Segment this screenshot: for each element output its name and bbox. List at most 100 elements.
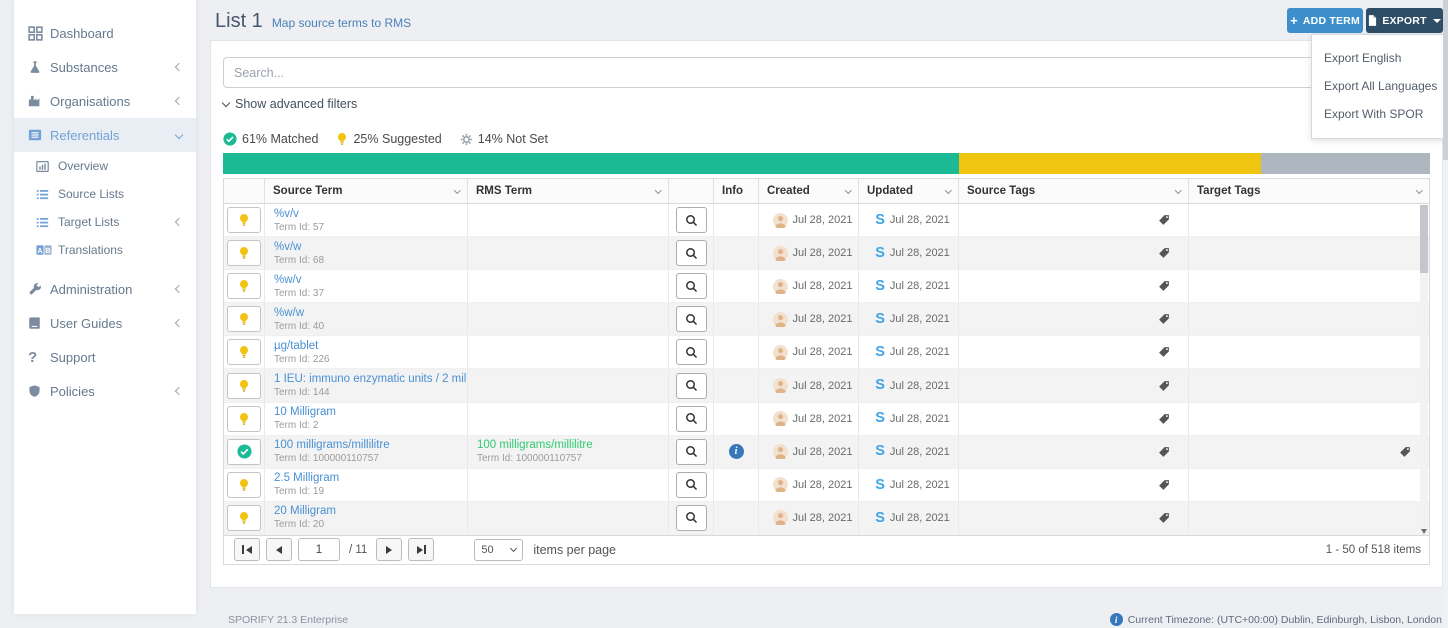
menu-item-export-with-spor[interactable]: Export With SPOR [1312,100,1443,128]
table-scrollbar[interactable] [1420,205,1428,534]
magnifier-icon [685,511,698,524]
chevron-left-icon [175,387,183,395]
updated-cell: SJul 28, 2021 [859,436,959,468]
source-term-link[interactable]: %v/v [274,208,458,220]
info-icon[interactable]: i [729,444,744,459]
tag-icon[interactable] [1399,446,1411,458]
previous-page-button[interactable] [266,538,292,561]
lightbulb-icon [336,132,348,146]
source-term-link[interactable]: %v/w [274,241,458,253]
sidebar-item-organisations[interactable]: Organisations [14,84,196,118]
magnifier-button[interactable] [676,373,707,399]
add-term-button[interactable]: + ADD TERM [1287,8,1363,33]
column-header-updated[interactable]: Updated [859,179,959,203]
status-suggested-button[interactable] [227,306,261,332]
magnifier-button[interactable] [676,273,707,299]
export-button[interactable]: EXPORT [1366,8,1443,33]
source-term-link[interactable]: µg/tablet [274,340,458,352]
column-header-source-tags[interactable]: Source Tags [959,179,1189,203]
column-header-rms-term[interactable]: RMS Term [468,179,669,203]
browser-scrollbar[interactable] [1443,0,1448,628]
source-term-link[interactable]: 2.5 Milligram [274,472,458,484]
magnifier-button[interactable] [676,439,707,465]
export-label: EXPORT [1382,15,1426,27]
source-term-link[interactable]: %w/v [274,274,458,286]
source-term-link[interactable]: 20 Milligram [274,505,458,517]
magnifier-button[interactable] [676,406,707,432]
plus-icon: + [1290,13,1298,28]
status-suggested-button[interactable] [227,373,261,399]
avatar [773,444,788,459]
info-cell [714,403,759,435]
sporify-logo-icon: S [875,378,885,393]
status-suggested-button[interactable] [227,505,261,531]
status-suggested-button[interactable] [227,472,261,498]
tag-icon[interactable] [1158,214,1170,226]
source-term-cell: 1 IEU: immuno enzymatic units / 2 millil… [265,369,468,401]
source-tags-cell [959,270,1189,302]
magnifier-button[interactable] [676,339,707,365]
scrollbar-down-arrow[interactable] [1421,529,1427,534]
tag-icon[interactable] [1158,313,1170,325]
page-size-select[interactable]: 50 [474,539,523,561]
sporify-logo-icon: S [875,411,885,426]
source-term-link[interactable]: 100 milligrams/millilitre [274,439,458,451]
magnifier-button[interactable] [676,306,707,332]
magnifier-button[interactable] [676,240,707,266]
scrollbar-thumb[interactable] [1420,205,1428,273]
source-term-id: Term Id: 57 [274,222,458,233]
sidebar-item-user-guides[interactable]: User Guides [14,306,196,340]
sidebar-item-label: Overview [58,159,182,173]
first-page-button[interactable] [234,538,260,561]
tag-icon[interactable] [1158,413,1170,425]
sidebar-item-translations[interactable]: AB Translations [14,236,196,264]
tag-icon[interactable] [1158,479,1170,491]
menu-item-export-all-languages[interactable]: Export All Languages [1312,72,1443,100]
tag-icon[interactable] [1158,446,1170,458]
source-term-link[interactable]: 1 IEU: immuno enzymatic units / 2 millil… [274,373,458,385]
tag-icon[interactable] [1158,247,1170,259]
page-number-input[interactable] [298,538,340,561]
sidebar-item-source-lists[interactable]: Source Lists [14,180,196,208]
column-header-created[interactable]: Created [759,179,859,203]
source-term-link[interactable]: 10 Milligram [274,406,458,418]
tag-icon[interactable] [1158,380,1170,392]
magnifier-button[interactable] [676,472,707,498]
tag-icon[interactable] [1158,346,1170,358]
status-cell [224,336,265,368]
sidebar-item-policies[interactable]: Policies [14,374,196,408]
column-header-target-tags[interactable]: Target Tags [1189,179,1429,203]
sidebar-item-target-lists[interactable]: Target Lists [14,208,196,236]
created-cell: Jul 28, 2021 [759,303,859,335]
status-suggested-button[interactable] [227,406,261,432]
sidebar-item-substances[interactable]: Substances [14,50,196,84]
status-suggested-button[interactable] [227,339,261,365]
sidebar-item-referentials[interactable]: Referentials [14,118,196,152]
match-progress-bar [223,153,1430,174]
status-matched-button[interactable] [227,439,261,465]
tag-icon[interactable] [1158,512,1170,524]
source-term-link[interactable]: %w/w [274,307,458,319]
magnifier-button[interactable] [676,505,707,531]
status-suggested-button[interactable] [227,273,261,299]
search-input[interactable] [223,57,1430,88]
sidebar-item-overview[interactable]: Overview [14,152,196,180]
status-suggested-button[interactable] [227,207,261,233]
sidebar-item-support[interactable]: ? Support [14,340,196,374]
menu-item-export-english[interactable]: Export English [1312,44,1443,72]
show-advanced-filters-toggle[interactable]: Show advanced filters [223,97,357,111]
rms-term-link[interactable]: 100 milligrams/millilitre [477,439,659,451]
sidebar-item-dashboard[interactable]: Dashboard [14,16,196,50]
column-header-source-term[interactable]: Source Term [265,179,468,203]
source-term-cell: %v/v Term Id: 57 [265,204,468,236]
magnifier-button[interactable] [676,207,707,233]
browser-scrollbar-thumb[interactable] [1443,0,1448,160]
table-row: µg/tabletTerm Id: 226Jul 28, 2021SJul 28… [224,336,1429,369]
status-suggested-button[interactable] [227,240,261,266]
next-page-button[interactable] [376,538,402,561]
last-page-button[interactable] [408,538,434,561]
tag-icon[interactable] [1158,280,1170,292]
sidebar-item-administration[interactable]: Administration [14,272,196,306]
table-header-row: Source Term RMS Term Info Created Update… [224,179,1429,204]
rms-term-cell [468,336,669,368]
